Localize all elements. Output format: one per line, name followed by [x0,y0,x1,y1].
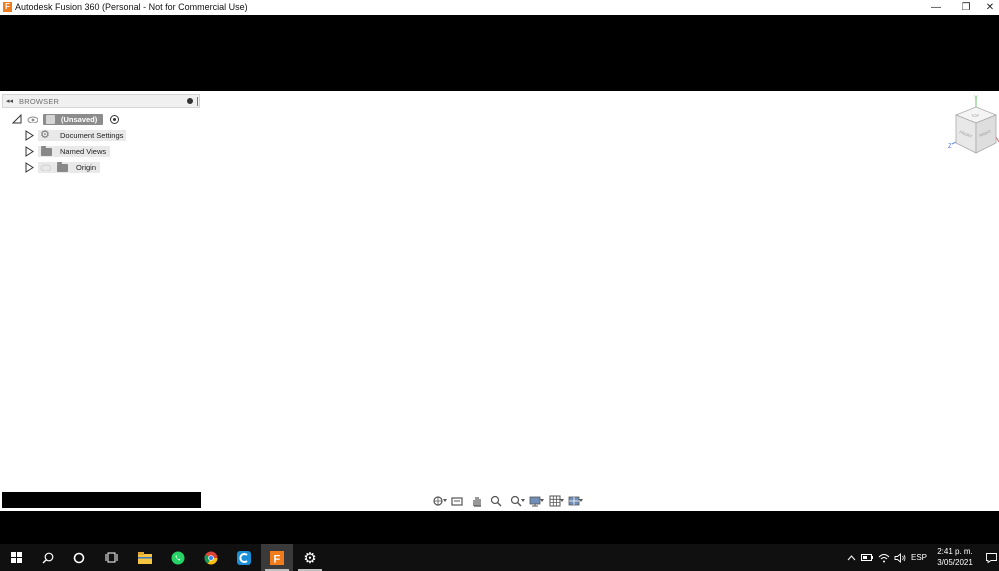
browser-item-named-views[interactable]: Named Views [24,146,134,159]
maximize-button[interactable]: ❐ [951,0,981,15]
wifi-icon [878,553,890,562]
fusion360-icon: F [270,550,284,565]
zoom-icon [491,495,502,506]
status-bar-redacted [0,511,999,544]
toolbar-ribbon-redacted [0,15,999,91]
ccleaner-icon [237,550,251,565]
panel-resize-handle[interactable] [197,97,200,106]
system-clock[interactable]: 2:41 p. m. 3/05/2021 [930,546,980,570]
battery-tray-button[interactable] [860,544,874,571]
collapsed-triangle-icon[interactable] [25,130,34,141]
gear-icon: ⚙ [303,549,317,567]
windows-taskbar: F ⚙ ESP 2:41 p. m. 3/05/2021 [0,544,999,571]
hidden-eye-icon[interactable] [40,164,51,171]
search-button[interactable] [32,544,64,571]
navigation-toolbar [428,493,584,508]
collapsed-triangle-icon[interactable] [25,162,34,173]
gear-icon: ⚙ [40,129,50,141]
windows-logo-icon [10,552,22,563]
window-title: Autodesk Fusion 360 (Personal - Not for … [15,2,248,12]
chevron-down-icon [579,499,583,502]
whatsapp-icon [171,551,185,564]
item-label: Origin [76,163,97,172]
axis-z-label: Z [948,144,952,150]
cortana-button[interactable] [63,544,95,571]
zoom-button[interactable] [487,493,507,508]
collapsed-triangle-icon[interactable] [25,146,34,157]
ccleaner-button[interactable] [228,544,260,571]
expanded-triangle-icon[interactable] [12,114,22,124]
viewcube-top-label: TOP [971,113,979,118]
viewports-button[interactable] [565,493,585,508]
chevron-up-icon [847,554,855,560]
fit-button[interactable] [506,493,526,508]
item-label: Document Settings [60,131,124,140]
pan-icon [473,496,481,507]
settings-button[interactable]: ⚙ [294,544,326,571]
grid-button[interactable] [545,493,565,508]
show-hidden-icons-button[interactable] [845,544,857,571]
chevron-down-icon [520,499,525,502]
item-label: Named Views [60,147,107,156]
task-view-button[interactable] [95,544,127,571]
browser-title: BROWSER [19,97,60,106]
fusion-app-icon: F [3,2,12,12]
browser-pin-icon[interactable] [187,98,193,104]
folder-icon [41,146,52,156]
chevron-down-icon [442,499,447,502]
fusion360-taskbar-button[interactable]: F [261,544,293,571]
browser-item-document-settings[interactable]: ⚙ Document Settings [24,130,134,143]
folder-icon [57,162,68,172]
orbit-button[interactable] [428,493,448,508]
browser-item-origin[interactable]: Origin [24,162,134,175]
svg-text:F: F [274,553,281,565]
cortana-ring-icon [73,552,85,563]
volume-tray-button[interactable] [893,544,907,571]
minimize-button[interactable]: — [921,0,951,15]
display-settings-button[interactable] [526,493,546,508]
file-explorer-button[interactable] [129,544,161,571]
input-language-button[interactable]: ESP [909,544,929,571]
pan-button[interactable] [467,493,487,508]
start-button[interactable] [0,544,32,571]
action-center-button[interactable] [984,544,999,571]
look-at-icon [451,496,463,506]
browser-panel-header: ◂◂ BROWSER [2,94,200,108]
activate-radio-icon[interactable] [110,115,119,124]
battery-icon [861,554,873,561]
look-at-button[interactable] [448,493,468,508]
network-tray-button[interactable] [877,544,891,571]
timeline-redacted [2,492,201,508]
speaker-icon [894,552,906,563]
chevron-down-icon [540,499,544,502]
visibility-eye-icon[interactable] [27,116,38,123]
browser-root-row[interactable]: (Unsaved) [10,114,130,127]
window-title-bar: F Autodesk Fusion 360 (Personal - Not fo… [0,0,999,15]
clock-time: 2:41 p. m. [937,547,973,556]
notifications-icon [986,552,997,563]
chrome-icon [204,551,218,564]
chevron-down-icon [559,499,564,502]
chrome-button[interactable] [195,544,227,571]
collapse-panel-icon[interactable]: ◂◂ [6,97,13,105]
axis-y-label: Y [974,96,978,102]
folder-icon [138,551,152,564]
close-button[interactable]: ✕ [981,0,999,15]
task-view-icon [105,552,117,563]
whatsapp-button[interactable] [162,544,194,571]
view-cube[interactable]: Y Z TOP FRONT RIGHT [944,95,999,155]
clock-date: 3/05/2021 [937,558,973,567]
document-icon [46,115,55,124]
search-icon [42,552,54,564]
